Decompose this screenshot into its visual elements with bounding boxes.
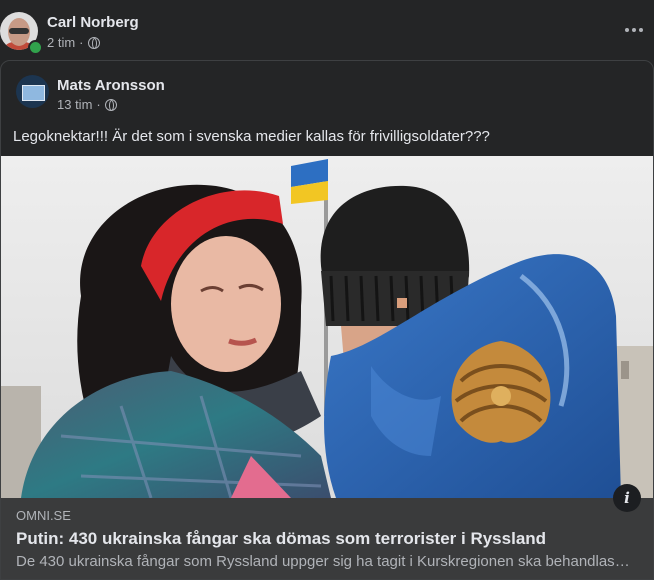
globe-icon (104, 98, 117, 111)
more-options-button[interactable] (622, 18, 646, 42)
post-header: Carl Norberg 2 tim · (0, 0, 654, 60)
shared-author-name[interactable]: Mats Aronsson (57, 77, 165, 94)
globe-icon (87, 36, 100, 49)
shared-post: Mats Aronsson 13 tim · Legoknektar!!! Är… (0, 60, 654, 580)
post-photo[interactable] (1, 156, 653, 498)
info-icon[interactable]: i (613, 484, 641, 512)
shared-time[interactable]: 13 tim (57, 97, 92, 112)
post-text: Legoknektar!!! Är det som i svenska medi… (13, 128, 490, 145)
online-status-dot (28, 40, 43, 55)
shared-meta: 13 tim · (57, 97, 117, 112)
link-title[interactable]: Putin: 430 ukrainska fångar ska dömas so… (16, 529, 546, 549)
link-domain: OMNI.SE (16, 508, 71, 523)
more-icon (625, 28, 629, 32)
meta-separator: · (79, 35, 84, 50)
link-description: De 430 ukrainska fångar som Ryssland upp… (16, 553, 631, 570)
photo-illustration (1, 156, 653, 498)
meta-separator: · (96, 97, 101, 112)
shared-avatar[interactable] (16, 75, 49, 108)
post-time[interactable]: 2 tim (47, 35, 75, 50)
link-preview-card[interactable]: i OMNI.SE Putin: 430 ukrainska fångar sk… (1, 484, 653, 579)
post-author-name[interactable]: Carl Norberg (47, 14, 139, 31)
post-meta: 2 tim · (47, 35, 100, 50)
